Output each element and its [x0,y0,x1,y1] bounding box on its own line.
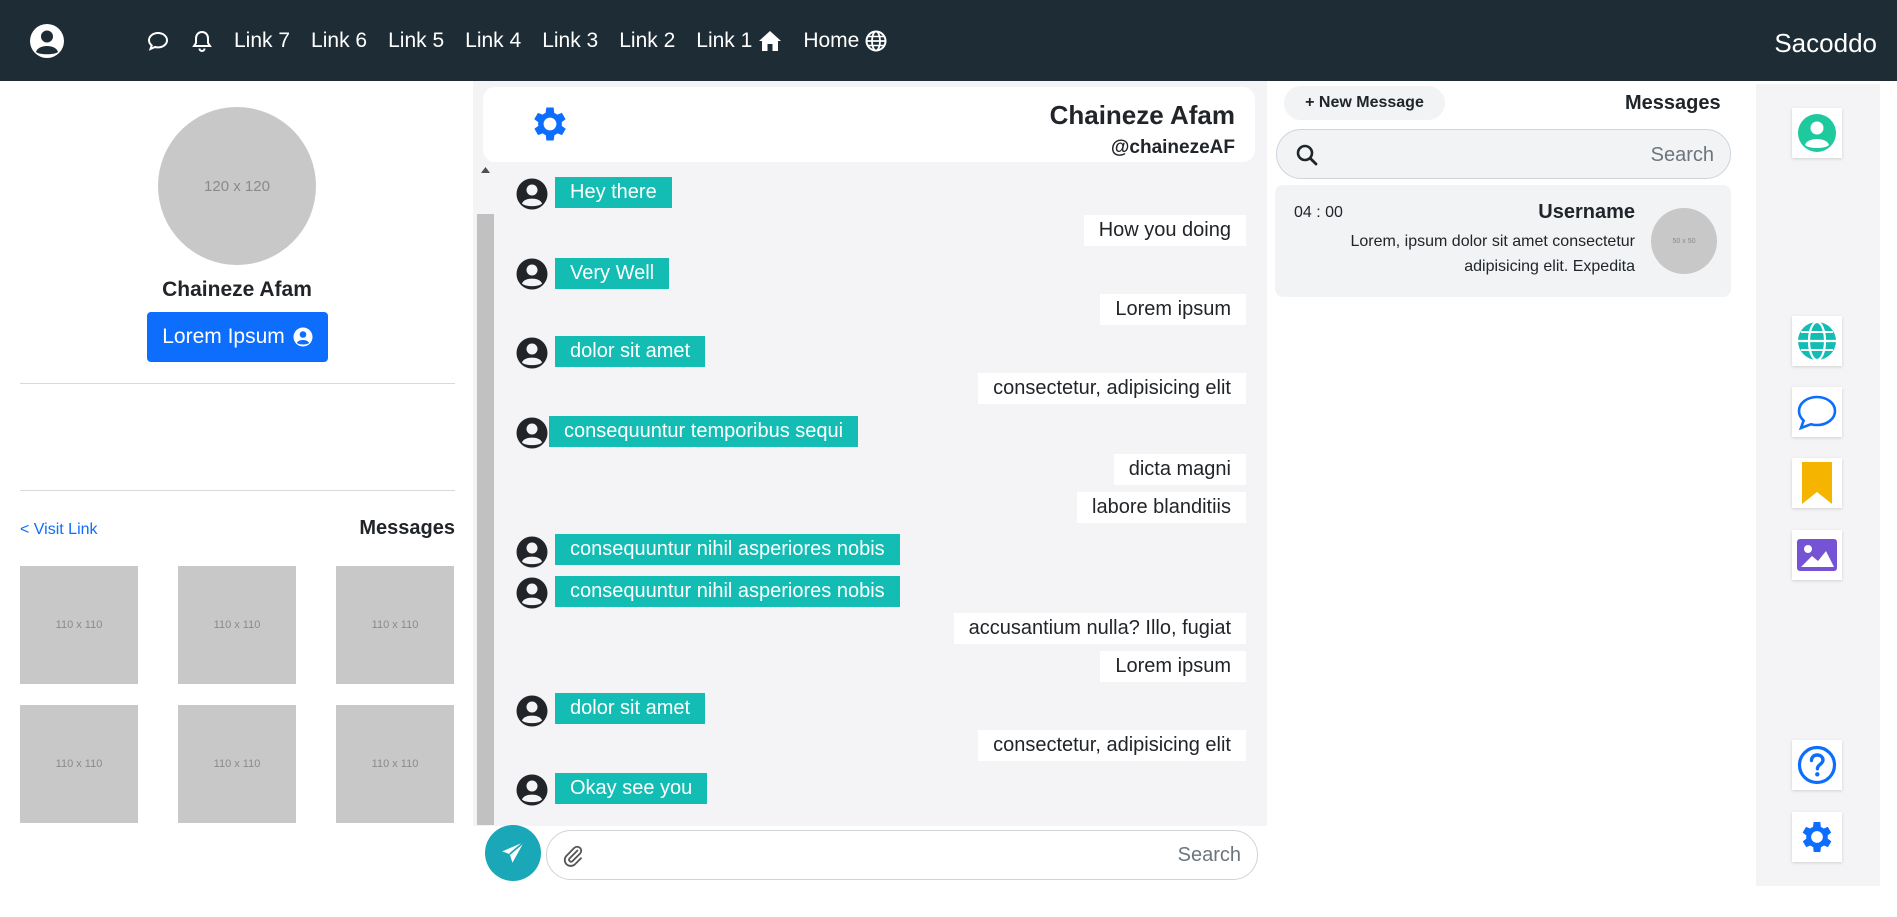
nav-link-7[interactable]: Link 7 [234,29,290,53]
nav-link-3[interactable]: Link 3 [542,29,598,53]
profile-name: Chaineze Afam [162,278,312,301]
message-incoming: consequuntur nihil asperiores nobis [555,576,900,607]
photo-thumbnail[interactable]: 110 x 110 [336,566,454,684]
sidebar-user-button[interactable] [1792,108,1842,158]
profile-action-label: Lorem Ipsum [162,325,285,348]
chat-scrollbar-thumb[interactable] [477,214,494,825]
globe-icon [1798,320,1836,362]
messages-title: Messages [1625,92,1721,114]
search-icon [1296,144,1318,166]
bookmark-icon [1802,462,1832,504]
gear-icon[interactable] [528,102,572,146]
user-avatar-icon [516,258,548,290]
message-incoming: consequuntur nihil asperiores nobis [555,534,900,565]
sidebar-help-button[interactable] [1792,740,1842,790]
messages-panel: + New Message Messages Search 04 : 00 Us… [1270,81,1740,917]
message-outgoing: accusantium nulla? Illo, fugiat [953,613,1246,644]
search-placeholder: Search [1650,144,1714,166]
search-input[interactable]: Search [1276,129,1731,179]
message-incoming: Hey there [555,177,672,208]
help-icon [1797,745,1837,785]
user-avatar-icon [516,337,548,369]
photo-thumbnail[interactable]: 110 x 110 [178,705,296,823]
sidebar-image-button[interactable] [1792,530,1842,580]
globe-icon [865,30,887,51]
message-outgoing: labore blanditiis [1077,492,1246,523]
bell-icon[interactable] [191,29,213,53]
message-input-placeholder: Search [1177,844,1241,866]
image-icon [1797,539,1837,571]
chat-contact-name: Chaineze Afam [1049,100,1235,130]
photo-thumbnail[interactable]: 110 x 110 [336,705,454,823]
user-avatar-icon [516,577,548,609]
nav-link-2[interactable]: Link 2 [619,29,675,53]
right-sidebar [1756,84,1880,886]
chat-icon[interactable] [146,29,170,53]
sidebar-globe-button[interactable] [1792,316,1842,366]
profile-action-button[interactable]: Lorem Ipsum [147,312,328,362]
nav-link-1[interactable]: Link 1 [696,29,782,53]
user-avatar-icon [516,178,548,210]
nav-link-home-label: Home [803,28,860,52]
photo-thumbnail[interactable]: 110 x 110 [178,566,296,684]
sidebar-bookmark-button[interactable] [1792,458,1842,508]
user-avatar-icon[interactable] [29,23,65,59]
message-incoming: Okay see you [555,773,708,804]
message-outgoing: dicta magni [1113,454,1246,485]
nav-link-6[interactable]: Link 6 [311,29,367,53]
chat-icon [1797,395,1837,431]
left-messages-title: Messages [359,517,455,539]
profile-image: 120 x 120 [158,107,316,265]
brand-name[interactable]: Sacoddo [1774,28,1877,59]
message-incoming: dolor sit amet [555,336,706,367]
paper-plane-icon [502,841,525,863]
photo-thumbnail[interactable]: 110 x 110 [20,566,138,684]
conversation-username: Username [1538,201,1635,223]
divider [20,383,455,384]
home-icon [759,30,782,51]
chat-panel: Chaineze Afam @chainezeAF Hey there How … [473,81,1267,888]
conversation-preview: Lorem, ipsum dolor sit amet consectetur … [1350,233,1635,275]
nav-link-5[interactable]: Link 5 [388,29,444,53]
profile-panel: 120 x 120 Chaineze Afam Lorem Ipsum < Vi… [0,81,470,917]
message-incoming: consequuntur temporibus sequi [549,416,859,447]
photo-grid: 110 x 110 110 x 110 110 x 110 110 x 110 … [20,566,455,823]
nav-links: Link 7 Link 6 Link 5 Link 4 Link 3 Link … [146,0,887,81]
message-outgoing: Lorem ipsum [1100,294,1246,325]
message-outgoing: How you doing [1083,215,1246,246]
conversation-time: 04 : 00 [1294,204,1343,221]
message-incoming: Very Well [555,258,670,289]
gear-icon [1802,822,1832,852]
photo-thumbnail[interactable]: 110 x 110 [20,705,138,823]
nav-link-home[interactable]: Home [803,29,887,53]
message-outgoing: Lorem ipsum [1100,651,1246,682]
message-input[interactable]: Search [546,830,1258,880]
paperclip-icon[interactable] [561,844,585,868]
nav-link-1-label: Link 1 [696,28,753,52]
user-avatar-icon [516,417,548,449]
message-incoming: dolor sit amet [555,693,706,724]
top-navbar: Link 7 Link 6 Link 5 Link 4 Link 3 Link … [0,0,1897,81]
user-avatar-icon [516,774,548,806]
send-button[interactable] [485,825,541,881]
conversation-avatar: 50 x 50 [1651,208,1717,274]
user-avatar-icon [516,536,548,568]
chat-contact-handle: @chainezeAF [1110,137,1235,158]
user-icon [1798,114,1836,152]
scroll-up-arrow-icon[interactable] [477,167,494,179]
visit-link[interactable]: < Visit Link [20,521,98,539]
user-avatar-icon [516,695,548,727]
new-message-button[interactable]: + New Message [1284,86,1445,120]
message-outgoing: consectetur, adipisicing elit [978,730,1246,761]
user-circle-icon [293,327,313,347]
divider [20,490,455,491]
sidebar-chat-button[interactable] [1792,387,1842,437]
nav-link-4[interactable]: Link 4 [465,29,521,53]
message-outgoing: consectetur, adipisicing elit [978,373,1246,404]
sidebar-settings-button[interactable] [1792,812,1842,862]
conversation-item[interactable]: 04 : 00 Username Lorem, ipsum dolor sit … [1275,185,1731,297]
chat-header: Chaineze Afam @chainezeAF [483,87,1255,162]
